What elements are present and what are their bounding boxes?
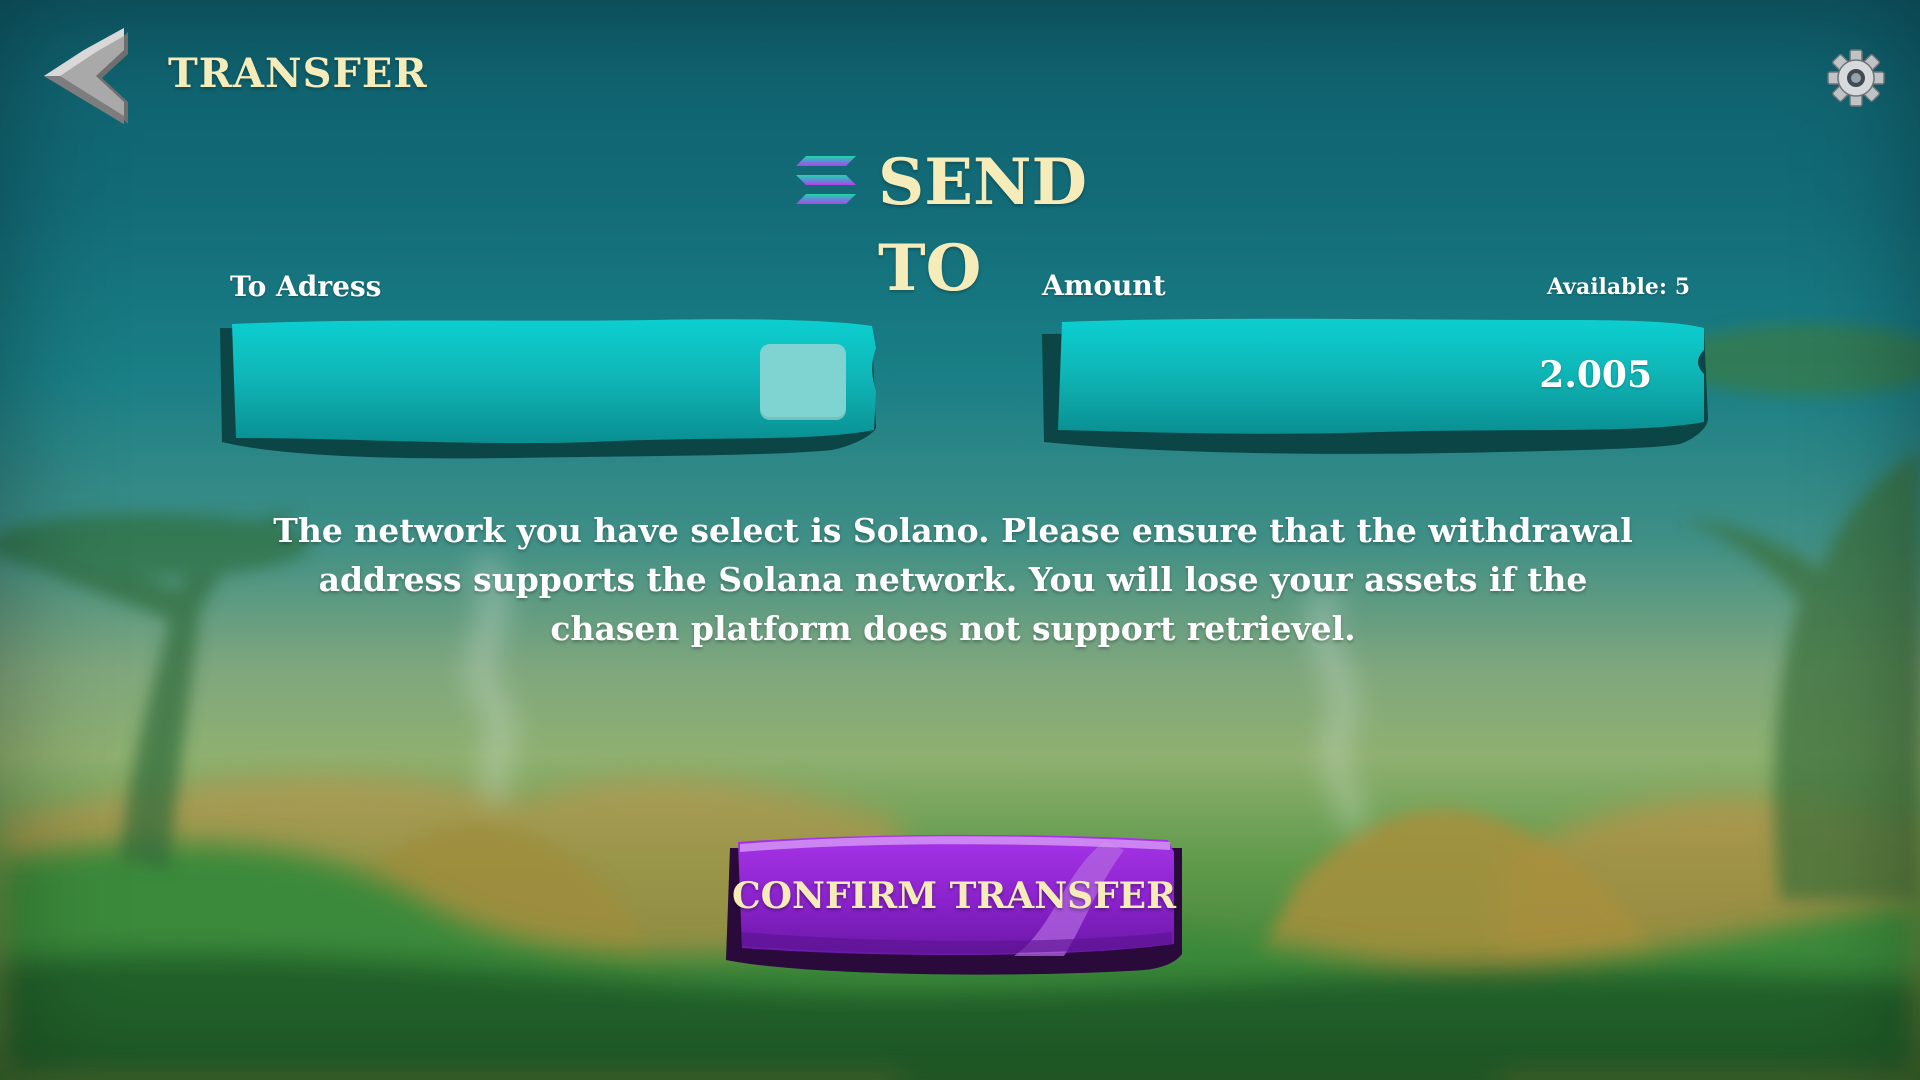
- settings-button[interactable]: [1826, 48, 1886, 108]
- paste-button[interactable]: [760, 344, 846, 420]
- confirm-button-label: CONFIRM TRANSFER: [731, 875, 1177, 917]
- screen-title: TRANSFER: [168, 50, 428, 97]
- amount-label: Amount: [1042, 269, 1166, 302]
- amount-input[interactable]: 2.005: [1040, 318, 1710, 458]
- solana-logo-icon: [796, 156, 856, 204]
- chevron-left-icon: [44, 28, 128, 124]
- network-warning: The network you have select is Solano. P…: [273, 511, 1633, 648]
- available-balance: Available: 5: [1546, 274, 1690, 300]
- back-button[interactable]: [40, 26, 132, 128]
- confirm-transfer-button[interactable]: CONFIRM TRANSFER: [724, 828, 1184, 978]
- address-label: To Adress: [230, 270, 382, 303]
- gear-icon: [1827, 49, 1885, 107]
- address-input[interactable]: [212, 318, 882, 464]
- amount-value: 2.005: [1539, 354, 1652, 396]
